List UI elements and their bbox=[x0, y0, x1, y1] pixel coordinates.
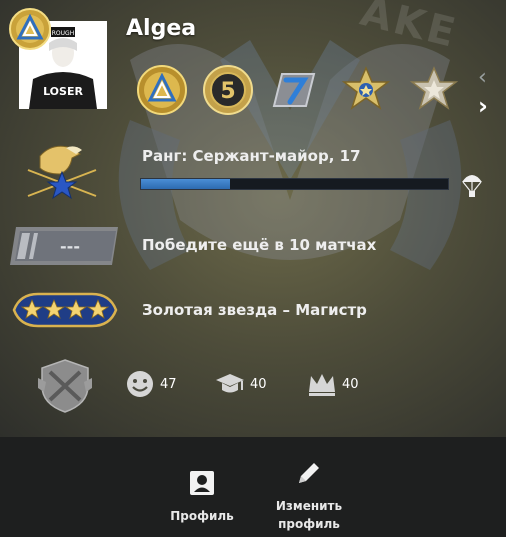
leader-count: 40 bbox=[342, 376, 359, 392]
crown-icon bbox=[309, 374, 335, 396]
silver-star-medal-icon[interactable] bbox=[408, 64, 460, 116]
gold-star-medal-icon[interactable] bbox=[340, 64, 392, 116]
footer-bar: Профиль Изменить профиль bbox=[0, 437, 506, 537]
player-name: Algea bbox=[126, 16, 197, 41]
edit-profile-label-line2: профиль bbox=[278, 517, 340, 531]
xp-progress-bar bbox=[140, 178, 449, 190]
wins-needed-label: Победите ещё в 10 матчах bbox=[142, 236, 377, 254]
profile-panel: AKE ROUGH LOSER Algea 5 ‹ › Ранг: Сержан… bbox=[0, 0, 506, 437]
skill-group-label: Золотая звезда – Магистр bbox=[142, 301, 367, 319]
gold-triangle-badge-icon bbox=[9, 8, 51, 50]
avatar-caption: LOSER bbox=[43, 85, 83, 98]
friendly-count: 47 bbox=[160, 376, 177, 392]
profile-button-label: Профиль bbox=[170, 509, 234, 523]
graduation-cap-icon bbox=[216, 374, 244, 393]
skill-group-placeholder-icon: --- bbox=[10, 227, 118, 265]
eagle-rank-icon bbox=[27, 145, 97, 200]
svg-text:5: 5 bbox=[220, 79, 235, 104]
rank-label: Ранг: Сержант-майор, 17 bbox=[142, 147, 361, 165]
five-year-coin-icon[interactable]: 5 bbox=[202, 64, 254, 116]
teacher-count: 40 bbox=[250, 376, 267, 392]
chevron-right-icon[interactable]: › bbox=[478, 92, 488, 120]
gold-star-master-icon bbox=[12, 292, 118, 328]
profile-button[interactable]: Профиль bbox=[162, 437, 242, 537]
blue-seven-pin-icon[interactable] bbox=[268, 64, 320, 116]
leader-commendation[interactable]: 40 bbox=[306, 370, 359, 398]
gold-triangle-coin-icon[interactable] bbox=[136, 64, 188, 116]
profile-card-icon bbox=[190, 471, 214, 495]
avatar-hat-text: ROUGH bbox=[52, 30, 74, 37]
smiley-icon bbox=[127, 371, 153, 397]
edit-profile-button[interactable]: Изменить профиль bbox=[268, 437, 350, 537]
edit-profile-label-line1: Изменить bbox=[275, 499, 343, 513]
xp-progress-fill bbox=[141, 179, 231, 189]
chevron-left-icon[interactable]: ‹ bbox=[478, 65, 487, 90]
skill-group-placeholder-text: --- bbox=[60, 237, 80, 256]
crossed-swords-shield-icon bbox=[38, 359, 92, 413]
friendly-commendation[interactable]: 47 bbox=[124, 370, 177, 398]
teacher-commendation[interactable]: 40 bbox=[214, 370, 267, 398]
pencil-icon bbox=[299, 463, 319, 483]
parachute-drop-icon[interactable] bbox=[460, 170, 484, 198]
